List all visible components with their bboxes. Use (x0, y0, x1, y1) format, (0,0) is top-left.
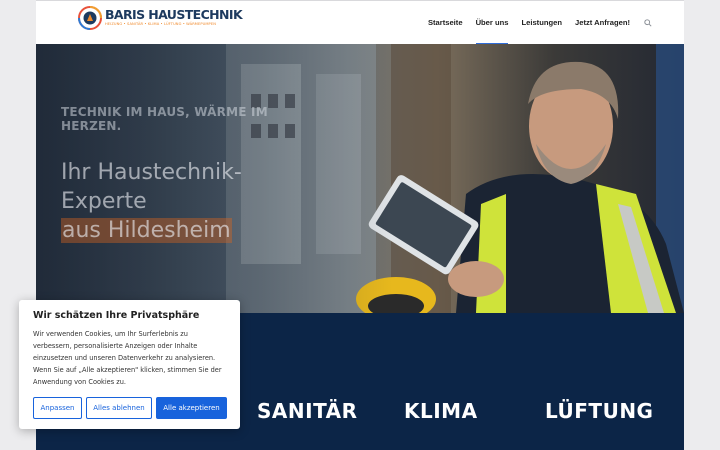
nav-item-ueber-uns[interactable]: Über uns (475, 1, 508, 45)
search-icon (644, 19, 652, 27)
cookie-consent-banner: Wir schätzen Ihre Privatsphäre Wir verwe… (19, 300, 240, 429)
main-nav: Startseite Über uns Leistungen Jetzt Anf… (415, 1, 654, 45)
logo[interactable]: BARIS HAUSTECHNIK HEIZUNG • SANITÄR • KL… (78, 5, 243, 31)
cookie-buttons: Anpassen Alles ablehnen Alle akzeptieren (33, 397, 227, 419)
logo-mark-icon (78, 6, 102, 30)
search-button[interactable] (644, 1, 654, 45)
site-header: BARIS HAUSTECHNIK HEIZUNG • SANITÄR • KL… (36, 0, 684, 45)
nav-item-startseite[interactable]: Startseite (428, 1, 463, 45)
nav-item-jetzt-anfragen[interactable]: Jetzt Anfragen! (575, 1, 630, 45)
service-klima[interactable]: KLIMA (404, 399, 478, 423)
hero-tagline: TECHNIK IM HAUS, WÄRME IM HERZEN. (61, 105, 268, 133)
hero-headline: Ihr Haustechnik- Experte aus Hildesheim (61, 158, 271, 245)
hero-section: TECHNIK IM HAUS, WÄRME IM HERZEN. Ihr Ha… (36, 44, 684, 313)
cookie-text: Wir verwenden Cookies, um Ihr Surferlebn… (33, 330, 222, 386)
customize-button[interactable]: Anpassen (33, 397, 82, 419)
reject-all-button[interactable]: Alles ablehnen (86, 397, 152, 419)
service-sanitaer[interactable]: SANITÄR (257, 399, 358, 423)
accept-all-button[interactable]: Alle akzeptieren (156, 397, 227, 419)
logo-title: BARIS HAUSTECHNIK (105, 6, 243, 22)
nav-item-leistungen[interactable]: Leistungen (521, 1, 562, 45)
service-lueftung[interactable]: LÜFTUNG (545, 399, 653, 423)
logo-subtitle: HEIZUNG • SANITÄR • KLIMA • LÜFTUNG • WÄ… (105, 22, 216, 27)
headline-line-2: Experte (61, 189, 147, 214)
cookie-title: Wir schätzen Ihre Privatsphäre (33, 310, 200, 321)
headline-highlight: aus Hildesheim (61, 218, 232, 243)
headline-line-1: Ihr Haustechnik- (61, 160, 242, 185)
